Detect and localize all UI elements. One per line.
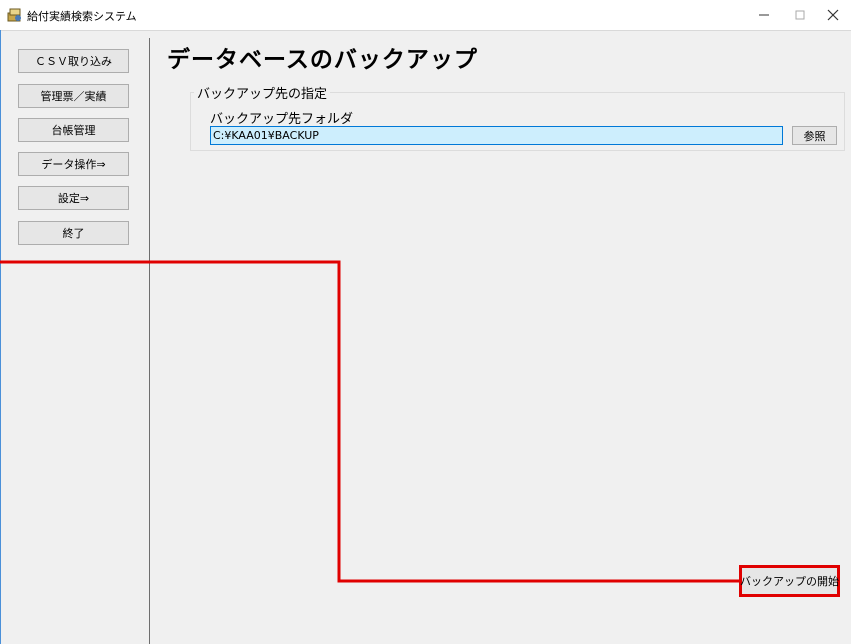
callout-line	[0, 260, 739, 583]
start-backup-button[interactable]: バックアップの開始	[739, 565, 840, 597]
